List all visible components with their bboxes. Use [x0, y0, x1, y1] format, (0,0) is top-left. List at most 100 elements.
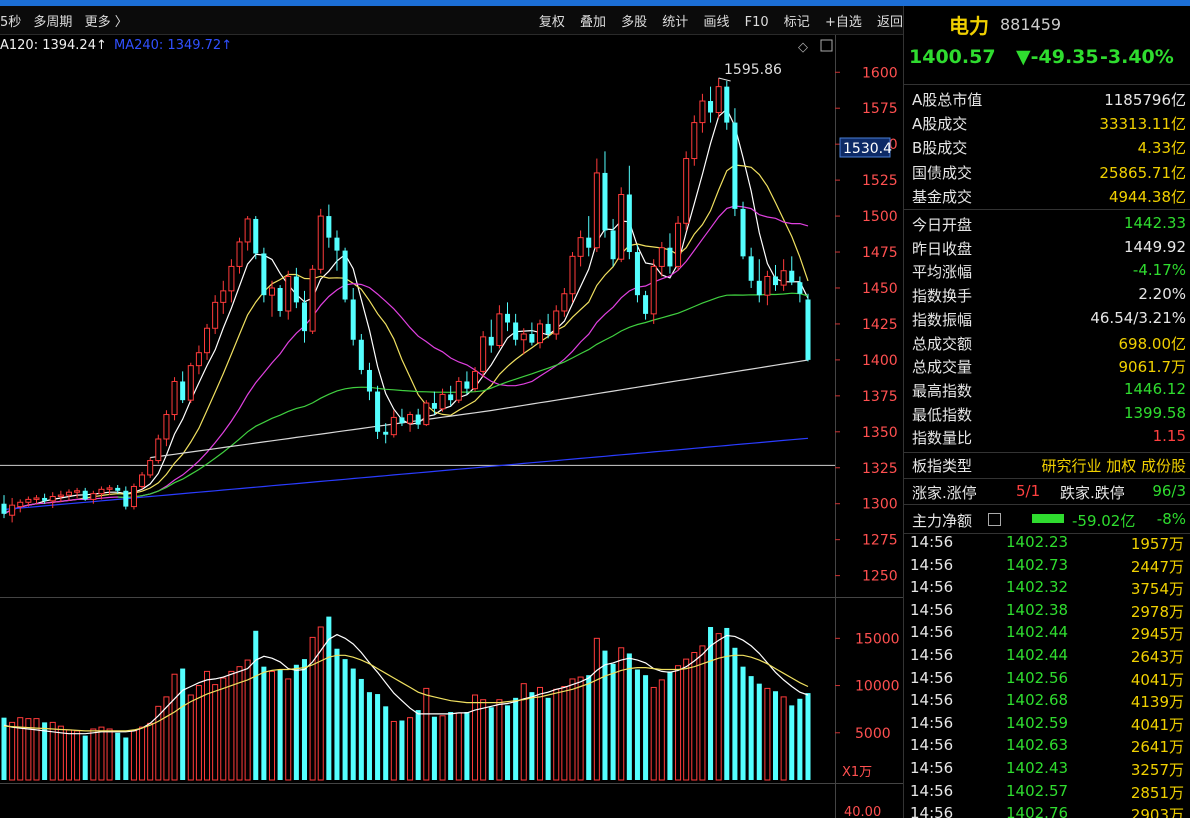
- volume-bar: [285, 678, 292, 781]
- volume-bar: [455, 712, 462, 781]
- stat-row: 昨日收盘 1449.92: [912, 236, 1186, 259]
- stat-row: 最高指数 1446.12: [912, 378, 1186, 401]
- divider: [904, 209, 1190, 210]
- volume-bar: [805, 693, 811, 780]
- stats-button[interactable]: 统计: [662, 15, 688, 30]
- tick-row[interactable]: 14:56 1402.44 2945万: [910, 623, 1184, 645]
- candle-body: [155, 438, 162, 462]
- tick-row[interactable]: 14:56 1402.44 2643万: [910, 646, 1184, 668]
- candle-body: [520, 333, 527, 341]
- tick-time: 14:56: [910, 578, 954, 597]
- volume-bar: [253, 630, 259, 780]
- candle-body: [366, 369, 372, 392]
- volume-bar: [187, 694, 194, 781]
- tick-row[interactable]: 14:56 1402.23 1957万: [910, 533, 1184, 555]
- stat-label: 昨日收盘: [912, 239, 973, 258]
- stat-value: 46.54/3.21%: [1090, 308, 1186, 327]
- tick-time: 14:56: [910, 668, 954, 687]
- main-flow-pct: -8%: [1156, 510, 1186, 528]
- back-button[interactable]: 返回: [877, 15, 903, 30]
- volume-bar: [65, 729, 72, 781]
- candle-body: [431, 403, 437, 409]
- tick-row[interactable]: 14:56 1402.38 2978万: [910, 601, 1184, 623]
- candle-body: [65, 491, 72, 496]
- candle-body: [375, 391, 381, 432]
- market-label: A股总市值: [912, 91, 983, 109]
- volume-bar: [569, 678, 576, 781]
- stat-row: 指数换手 2.20%: [912, 283, 1186, 306]
- volume-bar: [488, 707, 494, 780]
- price-tick-label: 1375: [862, 389, 898, 405]
- tick-row[interactable]: 14:56 1402.57 2851万: [910, 782, 1184, 804]
- tick-row[interactable]: 14:56 1402.76 2903万: [910, 804, 1184, 818]
- more-button[interactable]: 更多 〉: [85, 15, 128, 30]
- stat-label: 指数振幅: [912, 310, 973, 329]
- quote-panel: 电力 881459 1400.57 ▼-49.35 -3.40% A股总市值 11…: [903, 6, 1190, 818]
- volume-bar: [732, 647, 738, 780]
- candle-body: [390, 416, 397, 436]
- candle-body: [350, 299, 356, 340]
- f10-button[interactable]: F10: [745, 15, 769, 30]
- candle-body: [732, 122, 738, 209]
- volume-bar: [350, 668, 356, 780]
- candle-body: [261, 253, 267, 296]
- multi-stock-button[interactable]: 多股: [621, 15, 647, 30]
- tick-volume: 2903万: [1130, 806, 1184, 818]
- candle-body: [49, 496, 56, 502]
- candle-body: [358, 339, 364, 370]
- draw-line-button[interactable]: 画线: [703, 15, 729, 30]
- volume-bar: [301, 659, 308, 780]
- candle-body: [17, 501, 24, 508]
- market-value: 4944.38亿: [1108, 187, 1186, 206]
- tick-volume: 4139万: [1130, 693, 1184, 712]
- volume-bar: [634, 669, 640, 780]
- multi-period-button[interactable]: 多周期: [33, 15, 72, 30]
- tick-row[interactable]: 14:56 1402.73 2447万: [910, 556, 1184, 578]
- candle-body: [756, 280, 762, 296]
- price-tick-label: 1600: [862, 65, 898, 81]
- volume-bar: [529, 692, 535, 780]
- volume-bar: [724, 627, 730, 780]
- stat-row: 今日开盘 1442.33: [912, 212, 1186, 235]
- panel-toggle-icon[interactable]: [820, 39, 833, 52]
- tick-row[interactable]: 14:56 1402.43 3257万: [910, 759, 1184, 781]
- stat-value: 1449.92: [1123, 237, 1186, 256]
- stat-row: 指数振幅 46.54/3.21%: [912, 307, 1186, 330]
- list-icon[interactable]: [988, 513, 1001, 526]
- volume-bar: [261, 666, 267, 780]
- market-label: B股成交: [912, 139, 968, 158]
- volume-tick-label: 5000: [855, 726, 891, 742]
- period-5s-button[interactable]: 5秒: [0, 15, 21, 30]
- candle-body: [675, 222, 682, 267]
- candle-body: [650, 265, 657, 315]
- stat-label: 最高指数: [912, 381, 973, 400]
- volume-bar: [715, 633, 722, 781]
- tick-time: 14:56: [910, 555, 954, 574]
- price-tick-label: 1400: [862, 353, 898, 369]
- volume-bar: [643, 675, 649, 780]
- candle-body: [748, 256, 754, 281]
- volume-bar: [366, 692, 372, 780]
- price-change-pct: -3.40%: [1100, 46, 1174, 68]
- overlay-button[interactable]: 叠加: [580, 15, 606, 30]
- tick-row[interactable]: 14:56 1402.63 2641万: [910, 736, 1184, 758]
- diamond-icon[interactable]: ◇: [798, 40, 808, 55]
- candle-body: [277, 287, 283, 311]
- tick-volume: 2641万: [1130, 738, 1184, 757]
- candle-body: [383, 431, 389, 435]
- adjust-button[interactable]: 复权: [539, 15, 565, 30]
- kline-chart[interactable]: 1250 1275 1300 1325 1350 1375 1400 1425 1450 1475…: [0, 35, 903, 818]
- tick-row[interactable]: 14:56 1402.59 4041万: [910, 714, 1184, 736]
- tick-row[interactable]: 14:56 1402.32 3754万: [910, 578, 1184, 600]
- tick-row[interactable]: 14:56 1402.56 4041万: [910, 669, 1184, 691]
- add-favorite-button[interactable]: +自选: [825, 15, 862, 30]
- stat-label: 最低指数: [912, 405, 973, 424]
- candle-body: [797, 282, 803, 294]
- tick-row[interactable]: 14:56 1402.68 4139万: [910, 691, 1184, 713]
- candle-body: [57, 494, 64, 498]
- stat-row: 指数量比 1.15: [912, 425, 1186, 448]
- mark-button[interactable]: 标记: [784, 15, 810, 30]
- board-type-value[interactable]: 研究行业 加权 成份股: [1041, 455, 1186, 476]
- market-label: A股成交: [912, 115, 968, 134]
- volume-bar: [431, 716, 437, 780]
